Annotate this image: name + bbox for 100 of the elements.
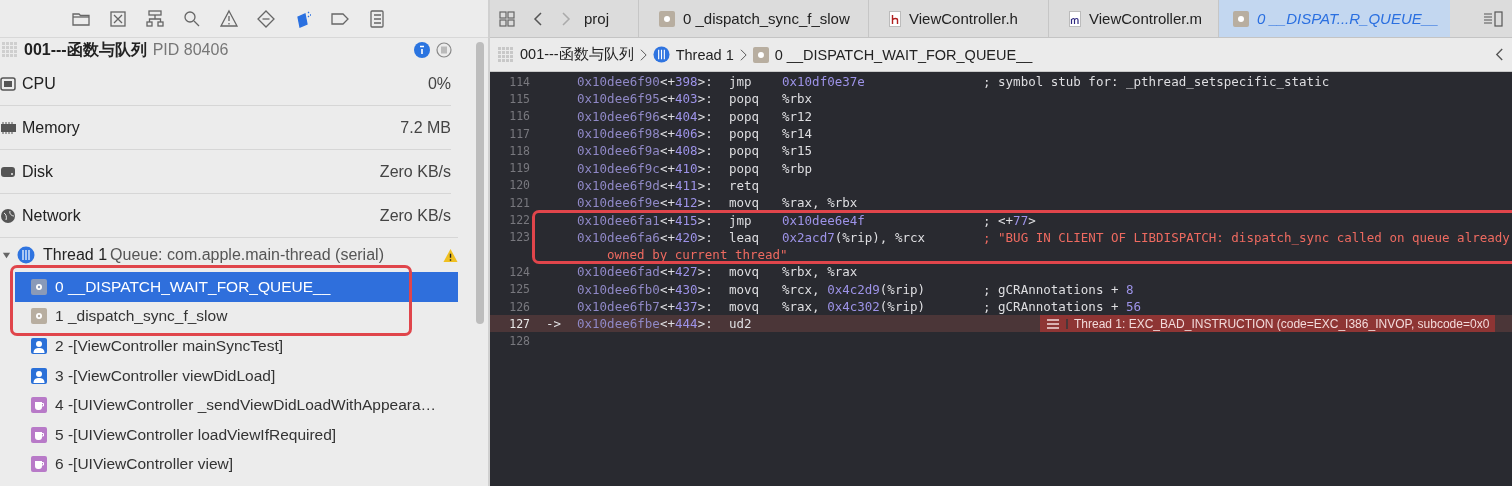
mnemonic: movq <box>729 195 761 211</box>
line-number: 114 <box>508 74 530 89</box>
offset: <+410>: <box>660 160 714 176</box>
line-number: 120 <box>508 178 530 193</box>
comment: ; gCRAnnotations + 56 <box>983 299 1142 314</box>
editor-tab[interactable]: 0 _dispatch_sync_f_slow <box>638 0 868 37</box>
mnemonic: popq <box>729 126 761 142</box>
search-icon[interactable] <box>182 8 202 29</box>
offset: <+403>: <box>660 91 714 107</box>
stack-frame-row[interactable]: 3 -[ViewController viewDidLoad] <box>15 360 284 391</box>
mnemonic: popq <box>729 108 761 124</box>
address: 0x10dee6f98 <box>577 126 660 142</box>
line-number: 125 <box>508 282 530 297</box>
address: 0x10dee6fb7 <box>577 299 660 314</box>
gauge-value: Zero KB/s <box>379 206 451 225</box>
operands: %r14 <box>782 126 814 142</box>
operands: 0x10df0e37e <box>782 74 866 90</box>
chevron-icon <box>739 46 747 63</box>
gauge-label: CPU <box>22 74 56 93</box>
gauge-value: Zero KB/s <box>379 162 451 181</box>
gear-icon <box>1233 10 1249 27</box>
address: 0x10dee6f9a <box>577 143 660 159</box>
thread-icon <box>17 246 35 264</box>
offset: <+398>: <box>660 74 714 90</box>
gauge-label: Network <box>22 206 81 225</box>
offset: <+404>: <box>660 108 714 124</box>
operands: %r12 <box>782 108 814 124</box>
gear-icon <box>31 278 47 295</box>
comment: ; <+77> <box>983 212 1036 228</box>
address: 0x10dee6f96 <box>577 108 660 124</box>
m-file-icon <box>1069 10 1081 27</box>
operands: %rbp <box>782 160 814 176</box>
mnemonic: popq <box>729 143 761 159</box>
grid-icon[interactable] <box>499 10 515 27</box>
address: 0x10dee6fbe <box>577 316 660 332</box>
offset: <+427>: <box>660 264 714 280</box>
comment: owned by current thread" <box>606 247 788 263</box>
offset: <+411>: <box>660 177 714 193</box>
breadcrumb-item[interactable]: 0 __DISPATCH_WAIT_FOR_QUEUE__ <box>752 46 1033 63</box>
person-icon <box>31 338 47 354</box>
operands: %rax, 0x4c302(%rip) <box>782 299 926 314</box>
process-id: PID 80406 <box>152 41 229 59</box>
chip-icon <box>0 75 16 92</box>
thread-name: Thread 1 <box>43 246 108 264</box>
mnemonic: movq <box>729 299 761 314</box>
process-name: 001---函数与队列 <box>24 39 147 60</box>
info-icon[interactable] <box>414 42 430 58</box>
line-number: 122 <box>508 213 530 227</box>
stack-frame-row[interactable]: 2 -[ViewController mainSyncTest] <box>15 331 291 361</box>
address: 0x10dee6f9d <box>577 177 660 193</box>
address: 0x10dee6fad <box>577 264 660 280</box>
breadcrumb-item[interactable]: 001---函数与队列 <box>498 45 634 64</box>
operands: %rax, %rbx <box>782 195 859 211</box>
address: 0x10dee6f90 <box>577 74 660 90</box>
operands: %rbx <box>782 91 814 107</box>
back-icon[interactable] <box>533 10 543 27</box>
offset: <+408>: <box>660 143 714 159</box>
chevron-icon <box>639 46 647 63</box>
disclosure-triangle[interactable] <box>2 250 12 260</box>
address: 0x10dee6f9e <box>577 195 660 211</box>
hierarchy-icon[interactable] <box>145 8 165 29</box>
pc-arrow: -> <box>546 316 562 332</box>
operands: %rcx, 0x4c2d9(%rip) <box>782 281 926 297</box>
stack-frame-row[interactable]: 0 __DISPATCH_WAIT_FOR_QUEUE__ <box>15 272 458 302</box>
list-icon[interactable] <box>367 8 387 29</box>
mnemonic: movq <box>729 264 761 280</box>
stack-frame-row[interactable]: 4 -[UIViewController _sendViewDidLoadWithAppeara… <box>15 390 445 420</box>
thread-icon <box>652 46 670 63</box>
gauge-label: Disk <box>22 162 54 181</box>
comment: ; symbol stub for: _pthread_setspecific_static <box>983 74 1330 90</box>
stack-frame-row[interactable]: 6 -[UIViewController view] <box>15 449 242 480</box>
breadcrumb-item[interactable]: Thread 1 <box>652 46 734 63</box>
offset: <+412>: <box>660 195 714 211</box>
thread-queue: Queue: com.apple.main-thread (serial) <box>110 246 384 264</box>
cup-icon <box>31 426 47 443</box>
person-icon <box>31 367 47 384</box>
gear-icon <box>752 46 769 63</box>
line-number: 128 <box>508 334 530 349</box>
mnemonic: popq <box>729 91 761 107</box>
back-icon[interactable] <box>1495 47 1504 62</box>
offset: <+430>: <box>660 281 714 297</box>
operands: 0x10dee6e4f <box>782 212 866 228</box>
line-number: 124 <box>508 264 530 279</box>
line-number: 118 <box>508 143 530 158</box>
diamond-icon[interactable] <box>256 8 276 29</box>
editor-tab[interactable]: ViewController.h <box>868 0 1048 37</box>
address: 0x10dee6fa6 <box>577 229 660 245</box>
offset: <+437>: <box>660 299 714 314</box>
grid-icon <box>498 46 514 63</box>
stack-frame-row[interactable]: 5 -[UIViewController loadViewIfRequired] <box>15 419 345 450</box>
warning-icon[interactable] <box>219 8 239 29</box>
line-number: 121 <box>508 195 530 210</box>
stack-frame-row[interactable]: 1 _dispatch_sync_f_slow <box>15 301 236 332</box>
editor-tab[interactable]: proj <box>580 0 638 37</box>
inspector-icon[interactable] <box>1483 10 1503 27</box>
pause-icon[interactable] <box>436 42 452 58</box>
gauge-label: Memory <box>22 118 80 137</box>
mnemonic: ud2 <box>729 316 753 332</box>
operands: %r15 <box>782 143 814 159</box>
address: 0x10dee6fa1 <box>577 212 660 228</box>
